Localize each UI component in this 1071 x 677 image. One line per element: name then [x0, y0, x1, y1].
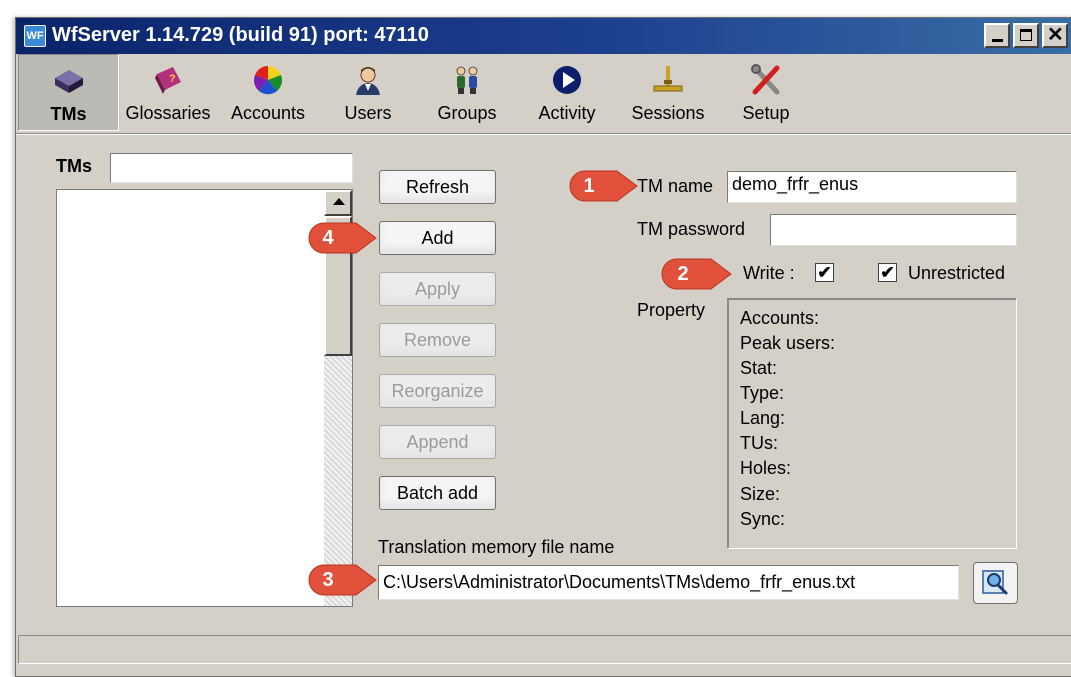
minimize-button[interactable] [984, 23, 1010, 48]
tms-filter-label: TMs [56, 156, 92, 176]
toolbar-label: Users [344, 103, 392, 123]
property-label: Property [637, 300, 706, 320]
status-bar [18, 635, 1071, 664]
window-title: WfServer 1.14.729 (build 91) port: 47110 [52, 24, 429, 46]
toolbar-label: Activity [538, 103, 596, 123]
setup-tools-icon [751, 64, 780, 95]
callout-1: 1 [569, 170, 639, 202]
toolbar-item-accounts[interactable]: Accounts [223, 54, 313, 131]
tm-database-icon [54, 70, 83, 93]
property-lang: Lang: [740, 408, 786, 428]
toolbar-separator [16, 133, 1071, 135]
maximize-button[interactable] [1013, 23, 1039, 48]
callout-number: 2 [677, 263, 689, 285]
append-button[interactable]: Append [379, 425, 496, 459]
callout-number: 4 [322, 227, 334, 249]
property-stat: Stat: [740, 358, 778, 378]
property-peak-users: Peak users: [740, 333, 836, 353]
toolbar-item-sessions[interactable]: Sessions [622, 54, 714, 131]
property-sync: Sync: [740, 509, 786, 529]
callout-2: 2 [661, 258, 733, 290]
property-accounts: Accounts: [740, 308, 820, 328]
property-tus: TUs: [740, 433, 778, 453]
toolbar-item-setup[interactable]: Setup [726, 54, 806, 131]
maximize-icon [1020, 29, 1032, 41]
property-size: Size: [740, 484, 781, 504]
unrestricted-label: Unrestricted [908, 263, 1006, 283]
close-icon: ✕ [1047, 24, 1064, 46]
tm-name-input[interactable]: demo_frfr_enus [727, 171, 1017, 203]
property-type: Type: [740, 383, 785, 403]
callout-4: 4 [308, 222, 378, 254]
toolbar-label: Glossaries [125, 103, 211, 123]
close-button[interactable]: ✕ [1042, 23, 1068, 48]
toolbar-item-groups[interactable]: Groups [423, 54, 511, 131]
tms-filter-input[interactable] [110, 153, 353, 183]
callout-number: 1 [583, 175, 595, 197]
arrow-up-icon [333, 198, 345, 205]
reorganize-button[interactable]: Reorganize [379, 374, 496, 408]
toolbar-label: Groups [437, 103, 497, 123]
batch-add-button[interactable]: Batch add [379, 476, 496, 510]
toolbar-item-users[interactable]: Users [326, 54, 410, 131]
toolbar-label: Setup [742, 103, 790, 123]
write-label: Write : [743, 263, 795, 283]
browse-button[interactable] [973, 562, 1018, 604]
user-person-icon [356, 67, 380, 95]
file-name-label: Translation memory file name [378, 537, 615, 557]
file-name-input[interactable]: C:\Users\Administrator\Documents\TMs\dem… [378, 565, 959, 600]
property-holes: Holes: [740, 458, 792, 478]
tm-password-input[interactable] [770, 214, 1017, 246]
toolbar-label: Accounts [230, 103, 306, 123]
tm-name-label: TM name [637, 176, 714, 196]
write-checkbox[interactable]: ✔ [815, 263, 834, 282]
tm-password-label: TM password [637, 219, 746, 239]
callout-3: 3 [308, 564, 378, 596]
toolbar-label: Sessions [631, 103, 705, 123]
unrestricted-checkbox[interactable]: ✔ [878, 263, 897, 282]
remove-button[interactable]: Remove [379, 323, 496, 357]
activity-play-icon [553, 66, 581, 94]
group-people-icon [456, 66, 478, 94]
toolbar-item-activity[interactable]: Activity [523, 54, 611, 131]
browse-search-icon [982, 570, 1008, 595]
apply-button[interactable]: Apply [379, 272, 496, 306]
refresh-button[interactable]: Refresh [379, 170, 496, 204]
toolbar-item-tms[interactable]: TMs [18, 54, 119, 131]
toolbar-item-glossaries[interactable]: ? Glossaries [121, 54, 215, 131]
glossary-book-icon: ? [155, 67, 181, 94]
minimize-icon [992, 39, 1003, 42]
callout-number: 3 [322, 569, 334, 591]
sessions-network-icon [653, 66, 683, 92]
app-icon: WF [24, 25, 46, 47]
toolbar-label: TMs [50, 104, 87, 124]
svg-text:?: ? [169, 73, 176, 85]
accounts-color-wheel-icon [253, 66, 283, 95]
add-button[interactable]: Add [379, 221, 496, 255]
scroll-up-button[interactable] [324, 190, 352, 216]
